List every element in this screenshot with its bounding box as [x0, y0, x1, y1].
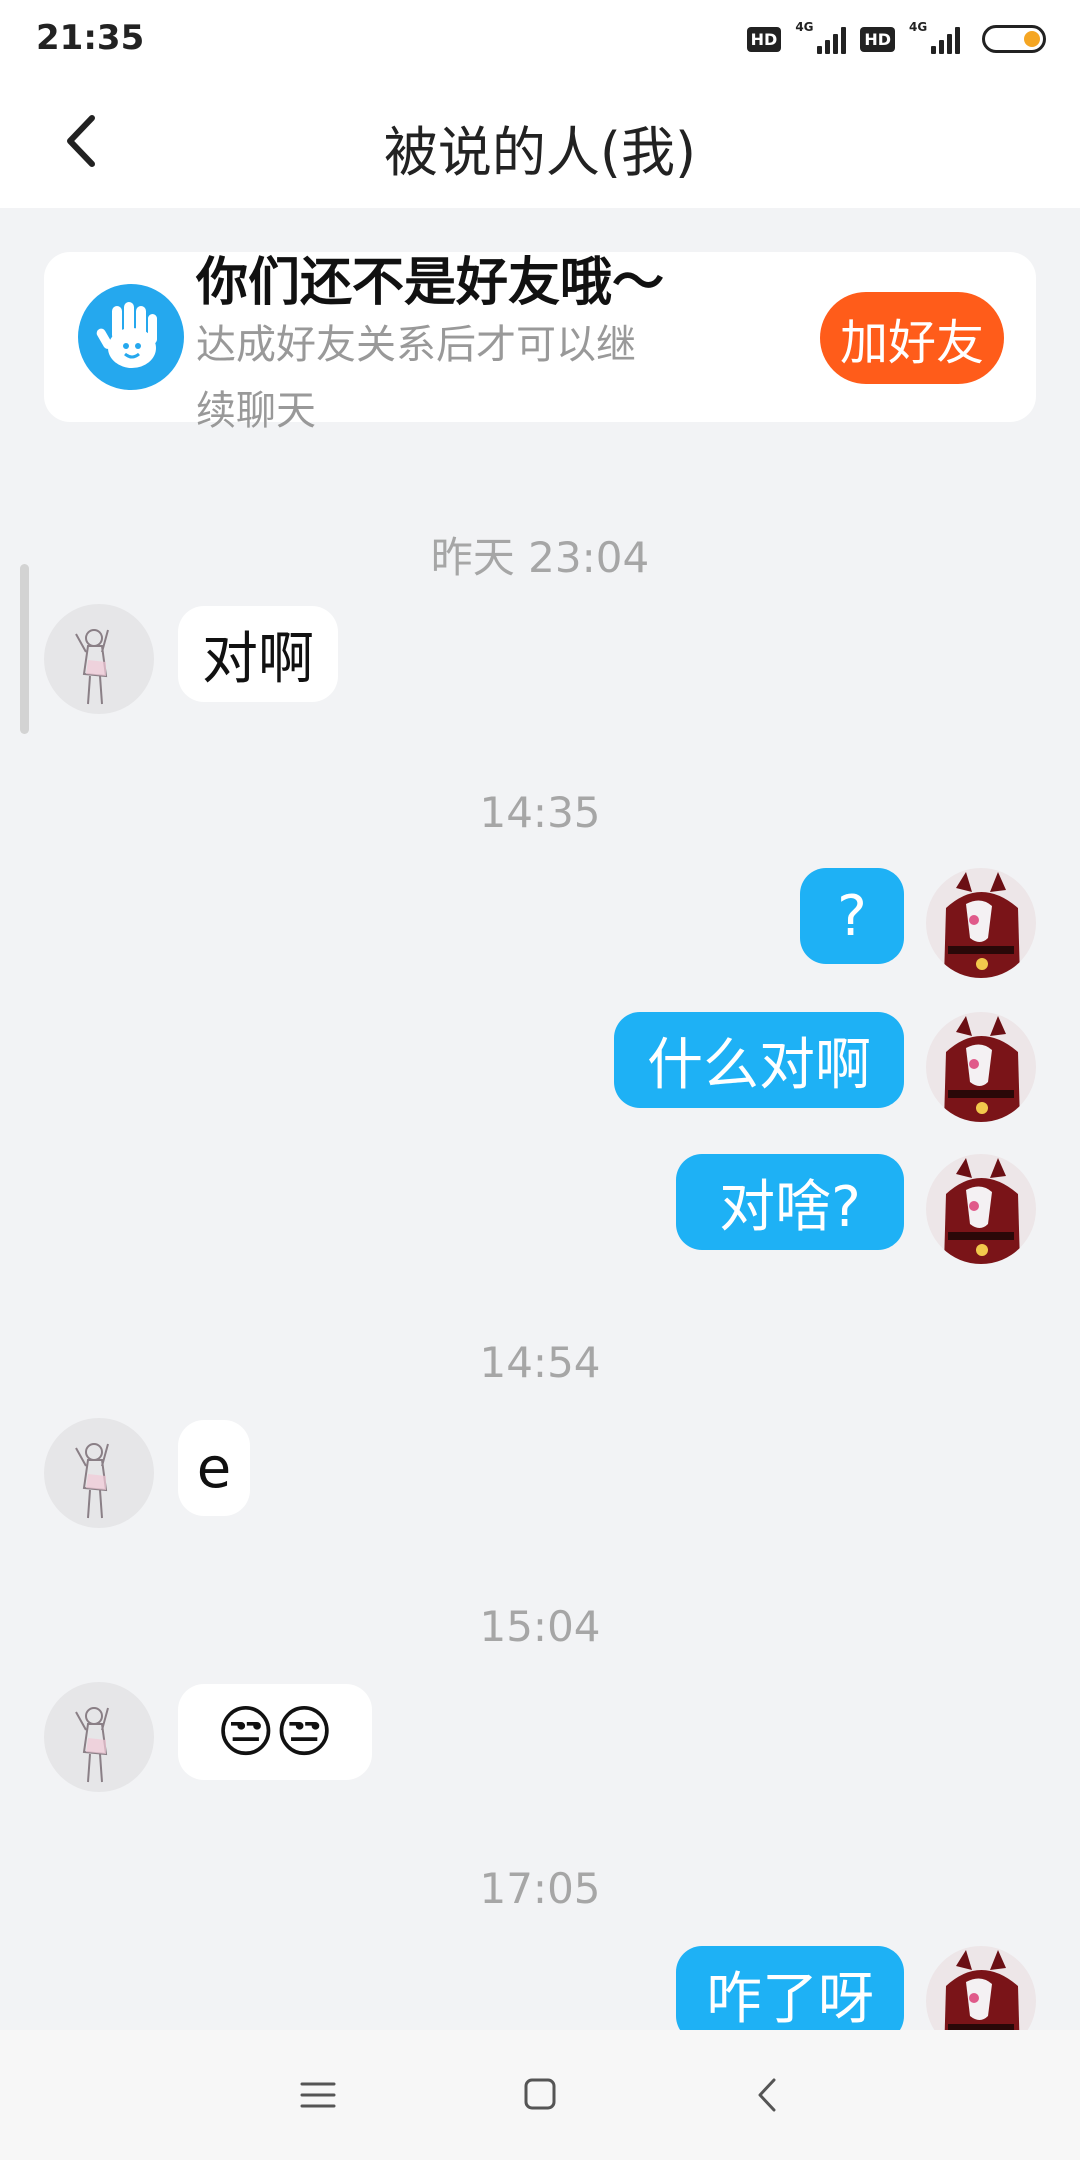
message-bubble-outgoing[interactable]: 什么对啊	[614, 1012, 904, 1108]
menu-icon	[300, 2082, 336, 2108]
friend-notice-title: 你们还不是好友哦～	[196, 253, 665, 313]
status-icons: HD 4G HD 4G	[746, 18, 1046, 60]
page-title: 被说的人(我)	[383, 121, 697, 184]
network-type-label: 4G	[795, 20, 814, 34]
my-avatar[interactable]	[926, 1012, 1036, 1122]
battery-icon	[982, 25, 1046, 53]
message-bubble-outgoing[interactable]: 咋了呀	[676, 1946, 904, 2030]
contact-avatar[interactable]	[44, 1682, 154, 1792]
my-avatar[interactable]	[926, 1154, 1036, 1264]
status-time: 21:35	[36, 18, 145, 58]
my-avatar[interactable]	[926, 868, 1036, 978]
timestamp: 14:54	[479, 1338, 601, 1387]
message-bubble-incoming[interactable]: 对啊	[178, 606, 338, 702]
message-bubble-outgoing[interactable]: 对啥?	[676, 1154, 904, 1250]
signal-icon-2: 4G	[909, 20, 960, 54]
menu-button[interactable]	[288, 2070, 348, 2120]
system-nav-bar	[0, 2030, 1080, 2160]
message-bubble-incoming[interactable]: e	[178, 1420, 250, 1516]
home-icon	[524, 2078, 556, 2110]
chat-area[interactable]: 你们还不是好友哦～ 达成好友关系后才可以继续聊天 加好友 昨天 23:04 对啊…	[0, 208, 1080, 2030]
timestamp: 14:35	[479, 788, 601, 837]
my-avatar[interactable]	[926, 1946, 1036, 2030]
friend-notice-card: 你们还不是好友哦～ 达成好友关系后才可以继续聊天 加好友	[44, 252, 1036, 434]
hd-icon: HD	[746, 26, 782, 52]
status-bar: 21:35 HD 4G HD 4G	[0, 0, 1080, 78]
timestamp: 15:04	[479, 1602, 601, 1651]
waving-hand-icon	[78, 284, 184, 390]
signal-icon: 4G	[795, 20, 847, 54]
message-bubble-outgoing[interactable]: ?	[800, 868, 904, 964]
back-icon	[758, 2078, 776, 2112]
contact-avatar[interactable]	[44, 604, 154, 714]
scroll-indicator	[20, 564, 29, 734]
home-button[interactable]	[510, 2070, 570, 2120]
hd-icon-2: HD	[860, 26, 895, 52]
message-bubble-incoming-emoji[interactable]: 😒😒	[178, 1684, 372, 1780]
contact-avatar[interactable]	[44, 1418, 154, 1528]
add-friend-button[interactable]: 加好友	[820, 292, 1004, 384]
network-type-label-2: 4G	[909, 20, 928, 34]
chat-header: 被说的人(我)	[0, 78, 1080, 208]
back-nav-button[interactable]	[738, 2070, 798, 2120]
friend-notice-description: 达成好友关系后才可以继续聊天	[196, 322, 636, 434]
timestamp: 17:05	[479, 1864, 601, 1913]
timestamp: 昨天 23:04	[430, 533, 650, 582]
